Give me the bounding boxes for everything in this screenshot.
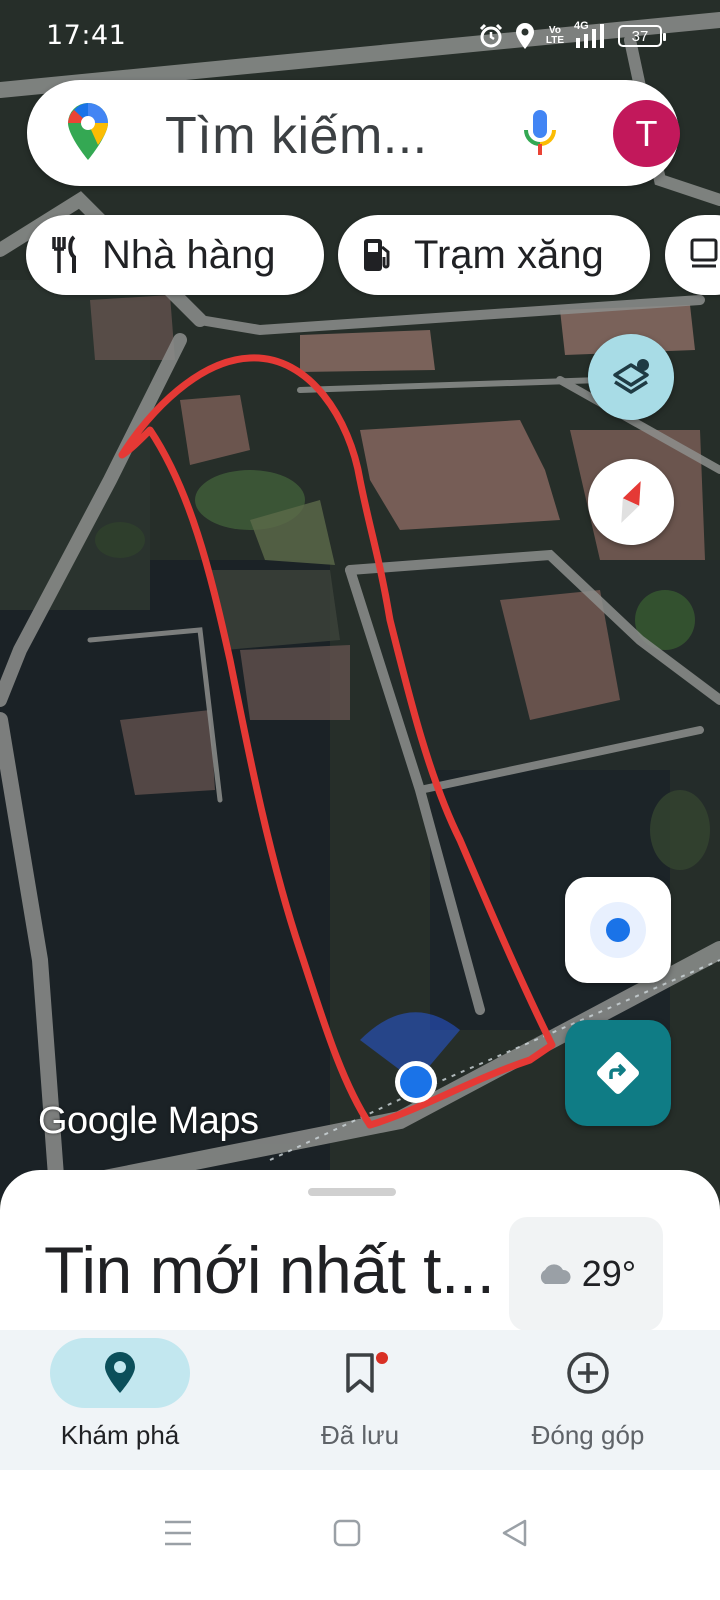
chip-label: Trạm xăng [414,232,604,277]
news-title[interactable]: Tin mới nhất t... [44,1232,514,1308]
status-icons: Vo LTE 4G 37 [478,20,666,50]
sheet-drag-handle[interactable] [308,1188,396,1196]
directions-button[interactable] [565,1020,671,1126]
search-bar[interactable]: Tìm kiếm... T [27,80,680,186]
weather-widget[interactable]: 29° [509,1217,663,1331]
nav-contribute-pill [518,1338,658,1408]
nav-saved-pill [290,1338,430,1408]
directions-icon [597,1052,639,1094]
nav-saved[interactable]: Đã lưu [240,1330,480,1470]
restaurant-icon [50,235,80,275]
back-icon[interactable] [490,1508,540,1558]
chip-label: Nhà hàng [102,232,276,277]
alarm-icon [478,23,504,49]
nav-label: Đóng góp [531,1420,645,1450]
google-maps-watermark: Google Maps [38,1100,259,1142]
compass-icon [621,481,641,523]
chip-restaurants[interactable]: Nhà hàng [26,215,324,295]
my-location-icon [590,902,646,958]
status-time: 17:41 [46,20,127,51]
add-circle-icon [567,1352,609,1394]
notification-dot [376,1352,388,1364]
home-icon[interactable] [322,1508,372,1558]
bottom-navigation: Khám phá Đã lưu Đóng góp [0,1330,720,1470]
avatar[interactable]: T [613,100,680,167]
system-navigation-bar [0,1470,720,1600]
google-maps-logo-icon [68,103,108,160]
weather-temperature: 29° [581,1253,637,1294]
nav-label: Khám phá [60,1420,180,1450]
cloud-icon [540,1264,571,1284]
compass-button[interactable] [588,459,674,545]
nav-explore[interactable]: Khám phá [0,1330,240,1470]
gas-station-icon [362,235,392,275]
maps-app-screen: 17:41 Vo LTE 4G 37 Tìm kiếm... T Nhà hàn… [0,0,720,1600]
avatar-letter: T [635,112,658,154]
search-input[interactable]: Tìm kiếm... [165,106,428,166]
battery-level: 37 [631,27,649,45]
bookmark-icon [346,1353,374,1393]
nav-explore-pill [50,1338,190,1408]
chip-partial-icon [689,236,719,275]
my-location-button[interactable] [565,877,671,983]
battery-icon: 37 [618,25,666,47]
layers-icon [613,359,649,394]
microphone-icon[interactable] [520,108,560,158]
explore-pin-icon [105,1352,135,1393]
chip-gas-stations[interactable]: Trạm xăng [338,215,650,295]
network-type: 4G [574,20,589,32]
nav-contribute[interactable]: Đóng góp [468,1330,708,1470]
status-bar: 17:41 Vo LTE 4G 37 [0,0,720,72]
volte-indicator: Vo LTE [545,25,564,46]
signal-icon: 4G [574,20,608,48]
nav-label: Đã lưu [320,1420,400,1450]
location-status-icon [514,22,536,50]
layers-button[interactable] [588,334,674,420]
menu-icon[interactable] [153,1508,203,1558]
